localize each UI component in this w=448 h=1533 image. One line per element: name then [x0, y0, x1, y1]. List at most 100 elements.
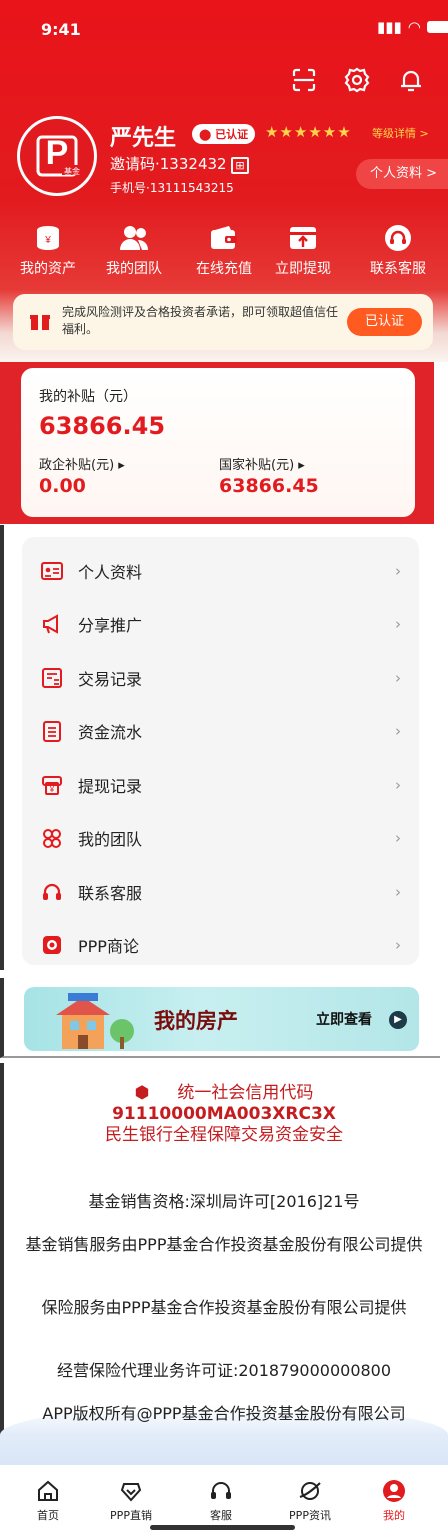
withdraw-icon	[258, 222, 348, 254]
transaction-record-icon	[40, 666, 64, 690]
level-details-link[interactable]: 等级详情 >	[372, 125, 429, 141]
avatar[interactable]: P 基金	[17, 116, 97, 196]
quick-action-label: 我的团队	[106, 261, 162, 277]
fund-service-text: 基金销售服务由PPP基金合作投资基金股份有限公司提供	[25, 1235, 423, 1254]
credit-code-label: 统一社会信用代码	[177, 1083, 314, 1103]
signal-icon: ▮▮▮	[377, 18, 402, 36]
menu-item-share[interactable]: 分享推广 ›	[22, 598, 419, 652]
megaphone-icon	[40, 612, 64, 636]
quick-action-support[interactable]: 联系客服	[353, 222, 443, 278]
menu-item-transactions[interactable]: 交易记录 ›	[22, 651, 419, 705]
view-now-link[interactable]: 立即查看	[316, 1009, 372, 1029]
direct-sales-icon	[86, 1473, 176, 1503]
profile-button[interactable]: 个人资料 >	[356, 159, 448, 189]
wifi-icon: ◠	[407, 18, 421, 36]
chat-icon	[40, 933, 64, 957]
chevron-right-icon: ›	[395, 882, 401, 901]
home-indicator	[150, 1525, 295, 1530]
chevron-right-icon: ›	[395, 615, 401, 634]
arrow-right-icon[interactable]: ▶	[389, 1011, 407, 1029]
quick-action-team[interactable]: 我的团队	[89, 222, 179, 278]
notice-text: 完成风险测评及合格投资者承诺，即可领取超值信任福利。	[62, 305, 339, 336]
menu-item-profile[interactable]: 个人资料 ›	[22, 544, 419, 598]
gov-subsidy-label[interactable]: 政企补贴(元) ▸	[39, 454, 125, 473]
settings-gear-icon[interactable]	[342, 65, 372, 95]
menu-item-support[interactable]: 联系客服 ›	[22, 865, 419, 919]
certified-button[interactable]: 已认证	[347, 308, 422, 336]
subsidy-card: 我的补贴（元） 63866.45 政企补贴(元) ▸ 0.00 国家补贴(元) …	[21, 368, 415, 517]
insurance-service-text: 保险服务由PPP基金合作投资基金股份有限公司提供	[41, 1298, 407, 1317]
quick-action-recharge[interactable]: 在线充值	[179, 222, 269, 278]
national-subsidy-value: 63866.45	[219, 475, 319, 497]
tab-mine[interactable]: 我的	[349, 1465, 439, 1523]
profile-icon	[349, 1473, 439, 1503]
tab-direct-sales[interactable]: PPP直销	[86, 1465, 176, 1523]
tab-label: PPP资讯	[289, 1509, 331, 1522]
team-icon	[89, 222, 179, 254]
quick-action-label: 立即提现	[275, 261, 331, 277]
menu-item-label: 联系客服	[78, 883, 143, 903]
tab-label: PPP直销	[110, 1509, 152, 1522]
my-property-banner[interactable]: 我的房产 立即查看 ▶	[24, 987, 419, 1051]
status-icons: ▮▮▮ ◠	[377, 18, 448, 36]
coins-icon: ¥	[3, 222, 93, 254]
copyright-text: APP版权所有@PPP基金合作投资基金股份有限公司	[42, 1404, 406, 1423]
subsidy-total: 63866.45	[39, 412, 166, 440]
menu-item-withdraw-records[interactable]: ¥ 提现记录 ›	[22, 758, 419, 812]
tab-home[interactable]: 首页	[3, 1465, 93, 1523]
user-name: 严先生	[110, 126, 177, 151]
group-icon	[40, 826, 64, 850]
home-icon	[3, 1473, 93, 1503]
support-icon	[40, 880, 64, 904]
insurance-license-text: 经营保险代理业务许可证:201879000000800	[56, 1361, 392, 1380]
menu-item-label: 交易记录	[78, 669, 143, 689]
quick-action-assets[interactable]: ¥ 我的资产	[3, 222, 93, 278]
verified-badge: ⬤ 已认证	[192, 124, 256, 144]
invite-code-text: 邀请码·1332432	[110, 155, 227, 173]
shield-icon: ⬢	[134, 1083, 150, 1103]
menu-item-cashflow[interactable]: 资金流水 ›	[22, 705, 419, 759]
invite-code[interactable]: 邀请码·1332432 ⊞	[110, 153, 249, 174]
ledger-icon	[40, 719, 64, 743]
svg-text:¥: ¥	[49, 785, 55, 794]
bottom-tab-bar: 首页 PPP直销 客服 PPP资讯 我的	[0, 1465, 448, 1533]
menu-item-label: 分享推广	[78, 616, 143, 636]
service-icon	[176, 1473, 266, 1503]
withdraw-record-icon: ¥	[40, 773, 64, 797]
copy-icon[interactable]: ⊞	[231, 157, 249, 174]
news-icon	[265, 1473, 355, 1503]
tab-label: 客服	[210, 1509, 232, 1522]
chevron-right-icon: ›	[395, 775, 401, 794]
bell-icon[interactable]	[396, 65, 426, 95]
menu-item-label: 资金流水	[78, 723, 143, 743]
status-time: 9:41	[41, 20, 81, 39]
chevron-right-icon: ›	[395, 722, 401, 741]
fund-license-text: 基金销售资格:深圳局许可[2016]21号	[88, 1192, 360, 1211]
chevron-right-icon: ›	[395, 561, 401, 580]
phone-number: 手机号·13111543215	[110, 181, 234, 195]
avatar-sublabel: 基金	[64, 167, 80, 176]
credit-code-heading: ⬢ 统一社会信用代码	[0, 1083, 448, 1104]
credit-code-value: 91110000MA003XRC3X	[112, 1104, 336, 1124]
national-subsidy-label[interactable]: 国家补贴(元) ▸	[219, 454, 305, 473]
quick-action-withdraw[interactable]: 立即提现	[258, 222, 348, 278]
subsidy-title: 我的补贴（元）	[39, 389, 137, 405]
menu-item-forum[interactable]: PPP商论 ›	[22, 919, 419, 973]
menu-item-label: PPP商论	[78, 937, 139, 957]
tab-news[interactable]: PPP资讯	[265, 1465, 355, 1523]
tab-label: 我的	[383, 1509, 405, 1522]
scan-icon[interactable]	[289, 65, 319, 95]
menu-item-label: 我的团队	[78, 830, 143, 850]
chevron-right-icon: ›	[395, 829, 401, 848]
chevron-right-icon: ›	[395, 936, 401, 955]
verified-label: 已认证	[215, 128, 249, 141]
id-card-icon	[40, 559, 64, 583]
battery-icon	[426, 21, 448, 33]
banner-title: 我的房产	[154, 1009, 238, 1033]
menu-item-team[interactable]: 我的团队 ›	[22, 812, 419, 866]
tab-service[interactable]: 客服	[176, 1465, 266, 1523]
house-illustration-icon	[32, 991, 142, 1051]
menu-list: 个人资料 › 分享推广 › 交易记录 › 资金流水 › ¥ 提现记录 › 我的团…	[22, 537, 419, 965]
risk-notice-banner: 完成风险测评及合格投资者承诺，即可领取超值信任福利。 已认证	[13, 294, 433, 350]
menu-item-label: 个人资料	[78, 562, 143, 582]
